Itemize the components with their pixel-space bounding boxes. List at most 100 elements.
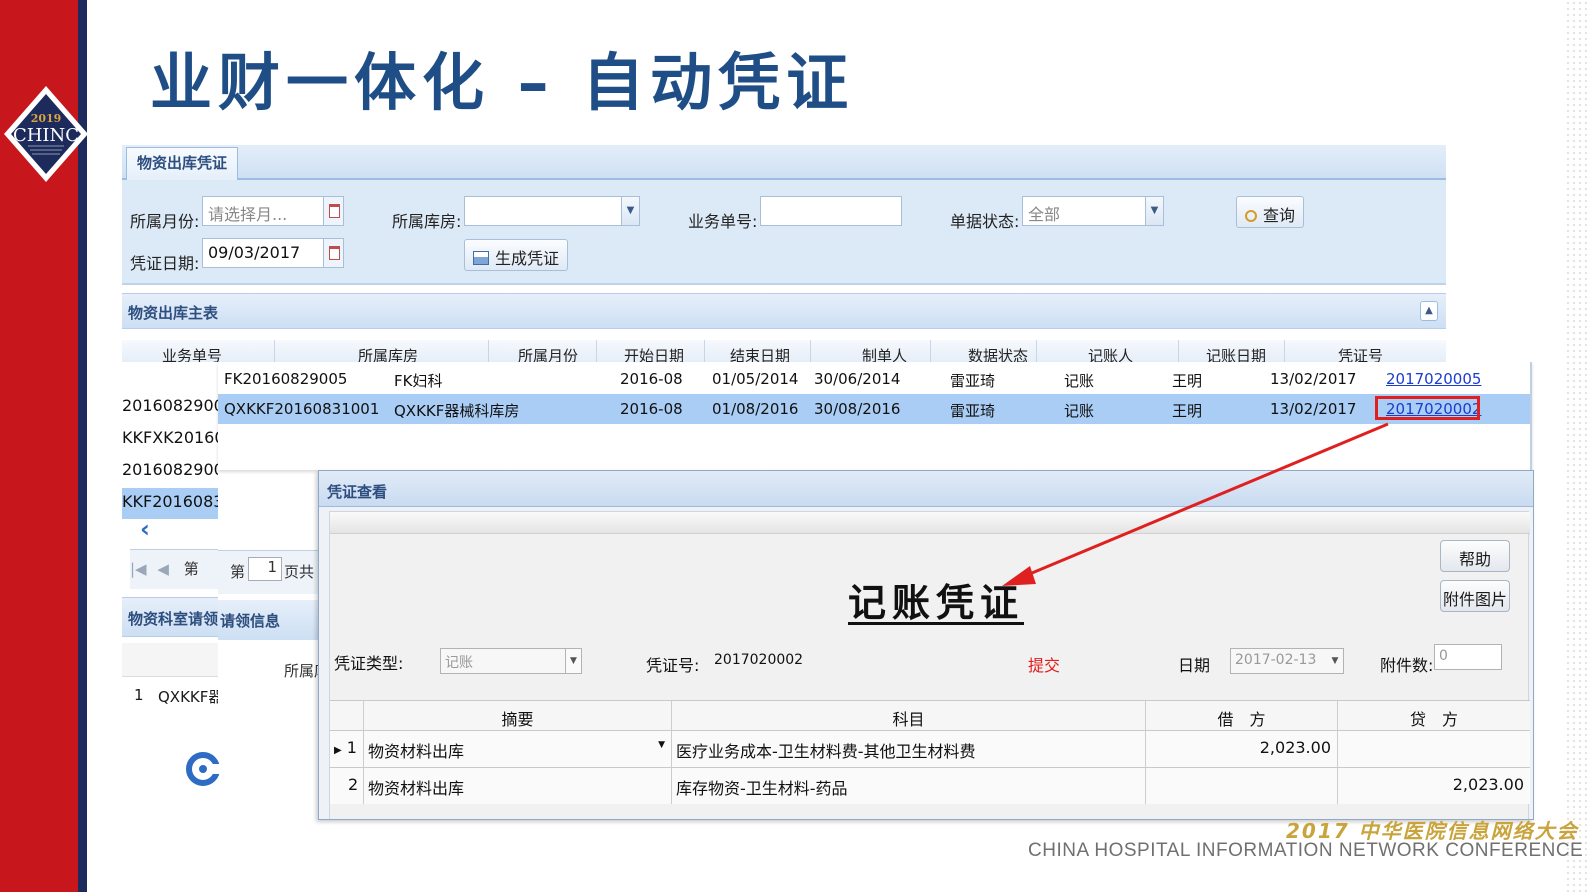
entry-account[interactable]: 医疗业务成本-卫生材料费-其他卫生材料费 xyxy=(672,731,1146,767)
col-book-date[interactable]: 记账日期 xyxy=(1206,345,1266,362)
generate-voucher-button[interactable]: 生成凭证 xyxy=(464,239,569,271)
col-bookkeeper[interactable]: 记账人 xyxy=(1088,345,1133,362)
col-start[interactable]: 开始日期 xyxy=(624,345,684,362)
cell-end: 30/08/2016 xyxy=(814,400,901,418)
tab-strip: 物资出库凭证 xyxy=(122,145,1446,180)
table-row-bizno[interactable]: 20160829005 xyxy=(122,456,218,487)
sub-table-header xyxy=(122,643,222,677)
sub-row-index: 1 xyxy=(134,686,144,704)
entry-debit[interactable] xyxy=(1146,768,1338,804)
voucher-heading: 记账凭证 xyxy=(848,580,1025,625)
page-number-input[interactable]: 1 xyxy=(248,557,282,581)
col-end[interactable]: 结束日期 xyxy=(730,345,790,362)
table-row-bizno[interactable]: 20160829003 xyxy=(122,392,218,423)
month-input[interactable]: 请选择月... xyxy=(202,196,344,226)
table-row-selected[interactable]: QXKKF20160831001 QXKKF器械科库房 2016-08 01/0… xyxy=(218,394,1530,424)
col-voucher-no[interactable]: 凭证号 xyxy=(1338,345,1383,362)
voucher-number-label: 凭证号: xyxy=(646,656,700,675)
decorative-dot-pattern xyxy=(1565,0,1587,892)
bizno-input[interactable] xyxy=(760,196,902,226)
date-value: 2017-02-13 xyxy=(1235,652,1317,668)
table-row-bizno[interactable]: KKFXK2016082 xyxy=(122,424,218,455)
cell-warehouse: FK妇科 xyxy=(394,372,443,390)
voucher-type-select[interactable]: 记账 ▼ xyxy=(440,648,582,674)
attachments-count-input[interactable]: 0 xyxy=(1434,644,1502,670)
logo-year: 2019 xyxy=(31,112,62,125)
table-row[interactable]: ▶ 1 物资材料出库 ▼ 医疗业务成本-卫生材料费-其他卫生材料费 2,023.0… xyxy=(330,730,1530,767)
c-logo-icon xyxy=(186,752,222,786)
query-button[interactable]: 查询 xyxy=(1236,196,1305,228)
table-row[interactable]: FK20160829005 FK妇科 2016-08 01/05/2014 30… xyxy=(218,364,1530,394)
voucher-type-label: 凭证类型: xyxy=(334,654,404,673)
entry-account[interactable]: 库存物资-卫生材料-药品 xyxy=(672,768,1146,804)
cell-maker: 雷亚琦 xyxy=(950,372,996,390)
row-index: ▶ 1 xyxy=(330,731,364,767)
dialog-body: 记账凭证 帮助 附件图片 凭证类型: 记账 ▼ 凭证号: 2017020002 … xyxy=(329,511,1530,819)
filter-panel: 所属月份: 请选择月... 所属库房: ▼ 业务单号: 单据状态: 全部 ▼ 查… xyxy=(122,180,1446,285)
column-divider xyxy=(1178,340,1179,362)
attachments-count-label: 附件数: xyxy=(1380,656,1434,675)
voucher-link[interactable]: 2017020005 xyxy=(1386,370,1481,388)
collapse-icon[interactable]: ▲ xyxy=(1420,301,1438,321)
prev-page-icon[interactable]: ◀ xyxy=(157,560,169,578)
page-prefix: 第 xyxy=(230,563,246,581)
tab-material-outbound-voucher[interactable]: 物资出库凭证 xyxy=(126,147,239,180)
cell-start: 01/08/2016 xyxy=(712,400,799,418)
col-bizno[interactable]: 业务单号 xyxy=(162,345,222,362)
calendar-icon[interactable] xyxy=(323,239,343,267)
chevron-down-icon[interactable]: ▼ xyxy=(1145,197,1163,225)
annotation-highlight-box xyxy=(1375,396,1480,420)
attachments-button[interactable]: 附件图片 xyxy=(1440,580,1510,612)
chevron-down-icon[interactable]: ▼ xyxy=(621,197,639,225)
main-table-rows: FK20160829005 FK妇科 2016-08 01/05/2014 30… xyxy=(218,362,1532,470)
col-status[interactable]: 数据状态 xyxy=(968,345,1028,362)
entry-summary[interactable]: 物资材料出库 ▼ xyxy=(364,731,672,767)
voucher-date-label: 凭证日期: xyxy=(130,254,200,273)
col-summary: 摘要 xyxy=(364,701,672,730)
entry-credit[interactable]: 2,023.00 xyxy=(1338,768,1530,804)
col-maker[interactable]: 制单人 xyxy=(862,345,907,362)
calendar-icon[interactable] xyxy=(323,197,343,225)
voucher-table-header: 摘要 科目 借 方 贷 方 xyxy=(330,700,1530,730)
conference-name-en: CHINA HOSPITAL INFORMATION NETWORK CONFE… xyxy=(1028,840,1584,861)
entry-credit[interactable] xyxy=(1338,731,1530,767)
main-table-section: 物资出库主表 ▲ xyxy=(122,293,1446,329)
cell-book-date: 13/02/2017 xyxy=(1270,370,1357,388)
help-button[interactable]: 帮助 xyxy=(1440,540,1510,572)
warehouse-label: 所属库房: xyxy=(392,212,462,231)
table-row[interactable]: 2 物资材料出库 库存物资-卫生材料-药品 2,023.00 xyxy=(330,767,1530,804)
request-info-section: 请领信息 xyxy=(218,600,324,640)
status-select[interactable]: 全部 ▼ xyxy=(1022,196,1164,226)
cell-warehouse: QXKKF器械科库房 xyxy=(394,402,520,420)
voucher-type-value: 记账 xyxy=(445,655,473,671)
dialog-title: 凭证查看 xyxy=(319,471,1533,507)
query-button-label: 查询 xyxy=(1263,206,1296,225)
search-icon xyxy=(1245,210,1257,222)
cell-bizno: FK20160829005 xyxy=(224,370,348,388)
col-warehouse[interactable]: 所属库房 xyxy=(358,345,418,362)
chevron-down-icon[interactable]: ▼ xyxy=(658,740,665,750)
generate-voucher-label: 生成凭证 xyxy=(495,249,560,268)
chevron-left-icon[interactable]: ‹ xyxy=(140,515,150,543)
status-label: 单据状态: xyxy=(950,212,1020,231)
col-debit: 借 方 xyxy=(1146,701,1338,730)
entry-debit[interactable]: 2,023.00 xyxy=(1146,731,1338,767)
chevron-down-icon[interactable]: ▼ xyxy=(1327,649,1343,673)
table-row-bizno-selected[interactable]: KKF20160831001 xyxy=(122,488,218,519)
date-field[interactable]: 2017-02-13 ▼ xyxy=(1230,648,1344,674)
chinc-logo-icon: 2019 CHINC xyxy=(4,86,88,182)
main-table-title: 物资出库主表 xyxy=(128,304,219,322)
cell-month: 2016-08 xyxy=(620,400,683,418)
entry-summary[interactable]: 物资材料出库 xyxy=(364,768,672,804)
main-table-header: 业务单号 所属库房 所属月份 开始日期 结束日期 制单人 数据状态 记账人 记账… xyxy=(122,340,1446,362)
col-month[interactable]: 所属月份 xyxy=(518,345,578,362)
first-page-icon[interactable]: |◀ xyxy=(130,560,147,578)
cell-status: 记账 xyxy=(1064,372,1095,390)
warehouse-select[interactable]: ▼ xyxy=(464,196,640,226)
attachments-count-value: 0 xyxy=(1439,648,1448,664)
chevron-down-icon[interactable]: ▼ xyxy=(565,649,581,673)
cell-bizno: QXKKF20160831001 xyxy=(224,400,380,418)
voucher-date-input[interactable]: 09/03/2017 xyxy=(202,238,344,268)
column-divider xyxy=(488,340,489,362)
pager: 第 1 页共 1 xyxy=(218,550,324,594)
